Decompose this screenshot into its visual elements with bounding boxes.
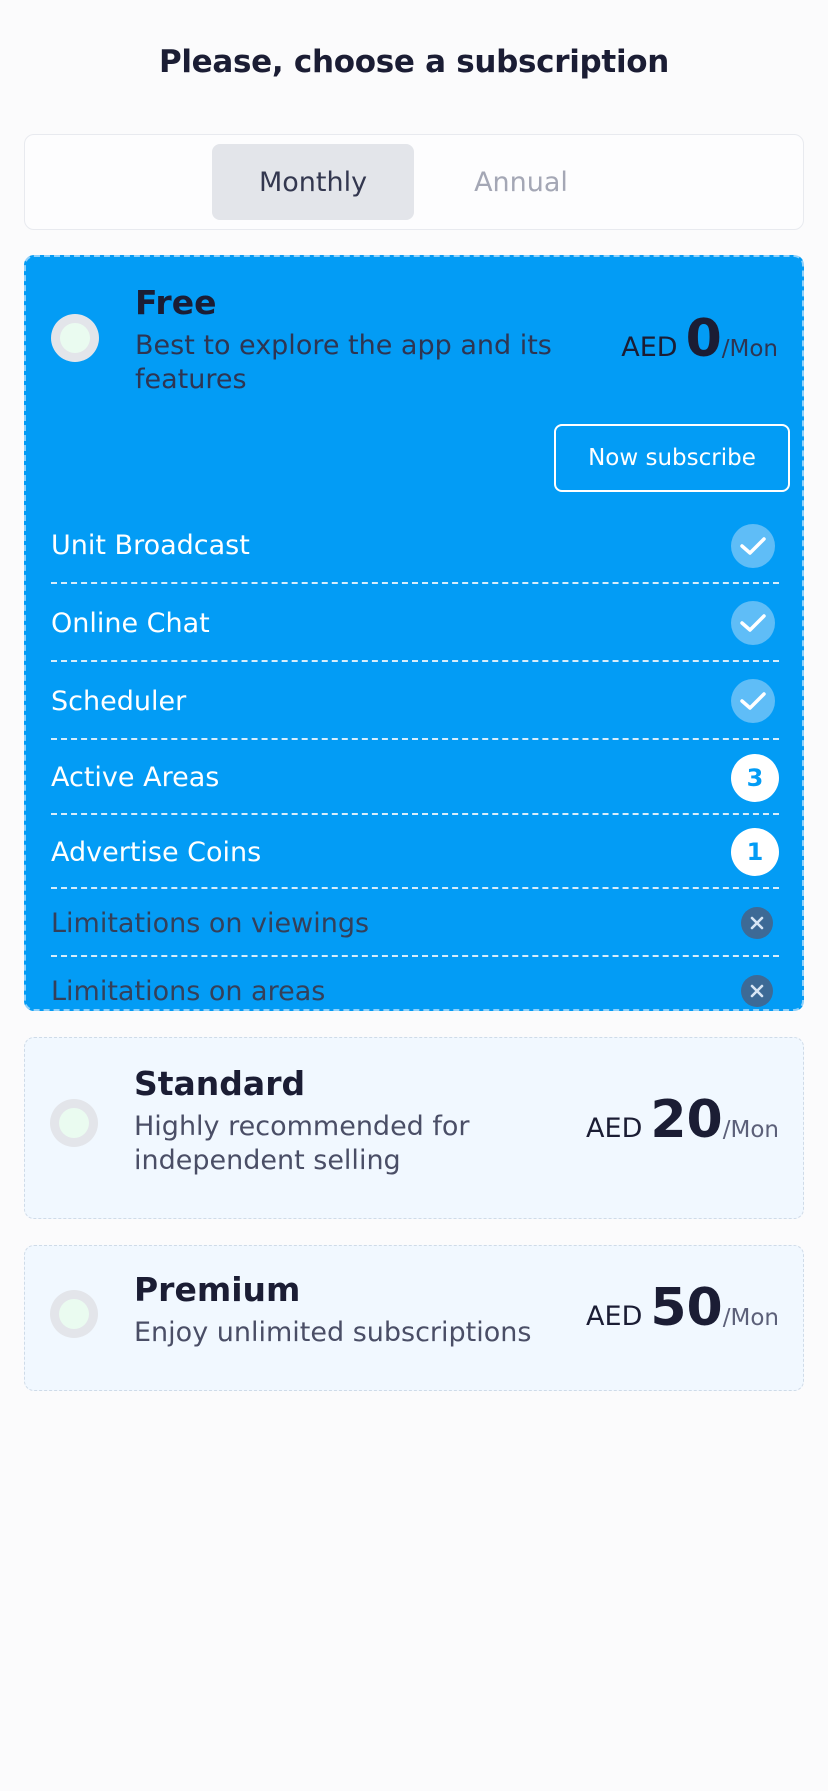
- price-currency: AED: [621, 332, 678, 363]
- plan-card-standard[interactable]: Standard Highly recommended for independ…: [24, 1037, 804, 1219]
- tab-monthly[interactable]: Monthly: [212, 144, 414, 220]
- feature-row: Advertise Coins 1: [51, 817, 779, 889]
- price-currency: AED: [586, 1301, 643, 1332]
- check-icon: [731, 523, 775, 568]
- plan-card-premium[interactable]: Premium Enjoy unlimited subscriptions AE…: [24, 1245, 804, 1391]
- plan-name: Free: [135, 283, 217, 322]
- check-icon: [731, 601, 775, 645]
- plan-description: Highly recommended for independent selli…: [134, 1111, 470, 1176]
- feature-row: Active Areas 3: [51, 742, 779, 815]
- plan-description: Enjoy unlimited subscriptions: [134, 1317, 532, 1348]
- plan-price: AED 50 /Mon: [586, 1278, 779, 1338]
- billing-period-toggle: Monthly Annual: [24, 134, 804, 230]
- radio-dot: [59, 1108, 89, 1138]
- plan-radio[interactable]: [50, 1290, 98, 1338]
- feature-row: Scheduler: [51, 664, 779, 740]
- feature-label: Online Chat: [51, 607, 210, 639]
- feature-label: Limitations on areas: [51, 975, 326, 1007]
- price-period: /Mon: [722, 1305, 779, 1331]
- subscribe-button[interactable]: Now subscribe: [554, 424, 790, 492]
- plan-radio[interactable]: [50, 1099, 98, 1147]
- feature-label: Active Areas: [51, 762, 220, 793]
- count-badge: 3: [731, 753, 779, 802]
- price-amount: 50: [650, 1278, 723, 1338]
- feature-label: Advertise Coins: [51, 836, 262, 868]
- feature-label: Limitations on viewings: [51, 907, 370, 939]
- plan-name: Premium: [134, 1270, 301, 1309]
- plan-price: AED 20 /Mon: [586, 1090, 779, 1150]
- feature-row: Unit Broadcast: [51, 509, 779, 584]
- feature-row: Online Chat: [51, 586, 779, 662]
- feature-row: Limitations on viewings: [51, 891, 779, 957]
- plan-description: Best to explore the app and its features: [135, 330, 552, 395]
- radio-dot: [59, 1299, 89, 1329]
- price-amount: 20: [650, 1090, 723, 1150]
- feature-row: Limitations on areas: [51, 959, 779, 1023]
- tab-annual[interactable]: Annual: [420, 144, 622, 220]
- plan-card-free[interactable]: Free Best to explore the app and its fea…: [24, 255, 804, 1011]
- price-amount: 0: [685, 309, 722, 369]
- feature-label: Scheduler: [51, 685, 187, 717]
- price-currency: AED: [586, 1113, 643, 1144]
- price-period: /Mon: [721, 336, 778, 362]
- plan-name: Standard: [134, 1064, 306, 1103]
- count-badge: 1: [731, 828, 779, 876]
- plan-price: AED 0 /Mon: [621, 309, 778, 369]
- feature-label: Unit Broadcast: [51, 530, 250, 561]
- x-icon: [741, 975, 773, 1007]
- check-icon: [731, 679, 775, 723]
- radio-dot: [60, 323, 90, 353]
- plan-radio[interactable]: [51, 314, 99, 362]
- x-icon: [741, 907, 773, 939]
- page-title: Please, choose a subscription: [158, 44, 670, 80]
- price-period: /Mon: [722, 1117, 779, 1143]
